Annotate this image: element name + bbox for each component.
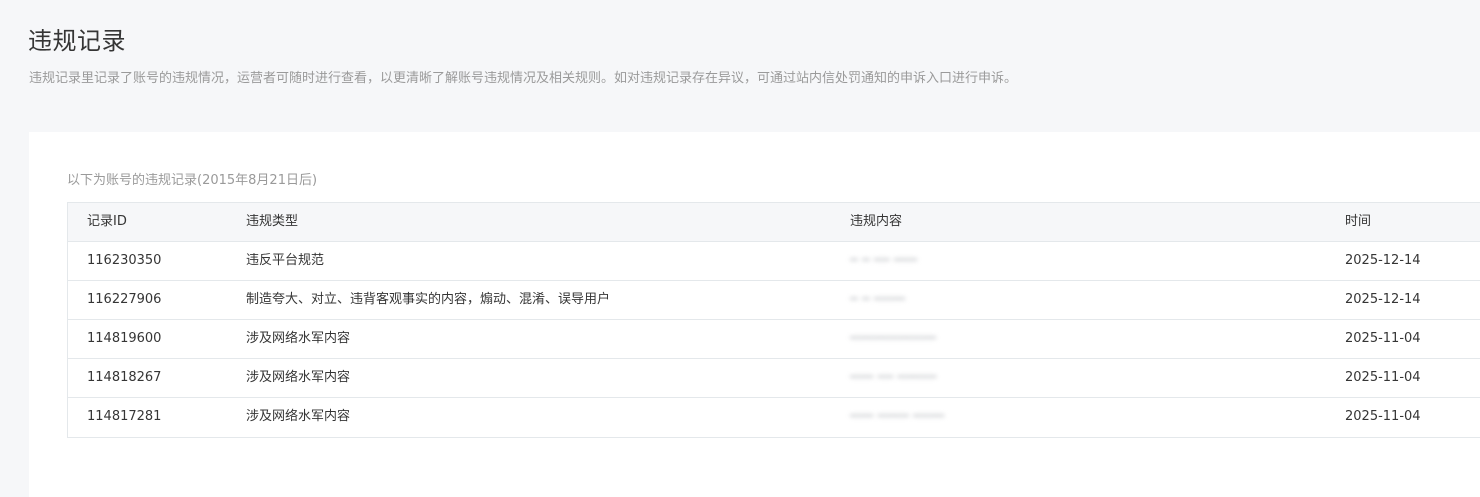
column-header-violation-type: 违规类型 <box>246 214 299 229</box>
violation-type-cell: 涉及网络水军内容 <box>246 331 351 346</box>
violation-content-cell-blurred: ╍╍╍ ╍╍╍╍ ╍╍╍╍ <box>850 409 945 424</box>
time-cell: 2025-12-14 <box>1345 253 1421 268</box>
column-header-violation-content: 违规内容 <box>850 214 903 229</box>
page-description: 违规记录里记录了账号的违规情况，运营者可随时进行查看，以更清晰了解账号违规情况及… <box>29 71 1018 86</box>
records-caption: 以下为账号的违规记录(2015年8月21日后) <box>67 173 318 188</box>
table-header-row: 记录ID 违规类型 违规内容 时间 <box>68 203 1480 242</box>
time-cell: 2025-11-04 <box>1345 331 1421 346</box>
violation-type-cell: 涉及网络水军内容 <box>246 370 351 385</box>
column-header-time: 时间 <box>1345 214 1372 229</box>
table-row: 116227906 制造夸大、对立、违背客观事实的内容，煽动、混淆、误导用户 ╍… <box>68 281 1480 320</box>
record-id-cell: 116227906 <box>87 292 162 307</box>
violation-type-cell: 涉及网络水军内容 <box>246 409 351 424</box>
violation-content-cell-blurred: ╍ ╍ ╍╍ ╍╍╍ <box>850 253 918 268</box>
table-row: 114819600 涉及网络水军内容 ╍╍╍╍╍╍╍╍╍╍╍ 2025-11-0… <box>68 320 1480 359</box>
time-cell: 2025-11-04 <box>1345 409 1421 424</box>
time-cell: 2025-11-04 <box>1345 370 1421 385</box>
table-row: 114817281 涉及网络水军内容 ╍╍╍ ╍╍╍╍ ╍╍╍╍ 2025-11… <box>68 398 1480 437</box>
record-id-cell: 114819600 <box>87 331 162 346</box>
violation-records-card: 以下为账号的违规记录(2015年8月21日后) 记录ID 违规类型 违规内容 时… <box>29 132 1480 497</box>
violation-type-cell: 制造夸大、对立、违背客观事实的内容，煽动、混淆、误导用户 <box>246 292 611 307</box>
record-id-cell: 116230350 <box>87 253 162 268</box>
violation-records-table: 记录ID 违规类型 违规内容 时间 116230350 违反平台规范 ╍ ╍ ╍… <box>67 202 1480 438</box>
table-row: 114818267 涉及网络水军内容 ╍╍╍ ╍╍ ╍╍╍╍╍ 2025-11-… <box>68 359 1480 398</box>
time-cell: 2025-12-14 <box>1345 292 1421 307</box>
violation-content-cell-blurred: ╍╍╍ ╍╍ ╍╍╍╍╍ <box>850 370 937 385</box>
violation-content-cell-blurred: ╍╍╍╍╍╍╍╍╍╍╍ <box>850 331 937 346</box>
page-title: 违规记录 <box>28 27 126 56</box>
record-id-cell: 114817281 <box>87 409 162 424</box>
violation-content-cell-blurred: ╍ ╍ ╍╍╍╍ <box>850 292 906 307</box>
record-id-cell: 114818267 <box>87 370 162 385</box>
violation-type-cell: 违反平台规范 <box>246 253 325 268</box>
column-header-record-id: 记录ID <box>87 214 127 229</box>
table-row: 116230350 违反平台规范 ╍ ╍ ╍╍ ╍╍╍ 2025-12-14 <box>68 242 1480 281</box>
